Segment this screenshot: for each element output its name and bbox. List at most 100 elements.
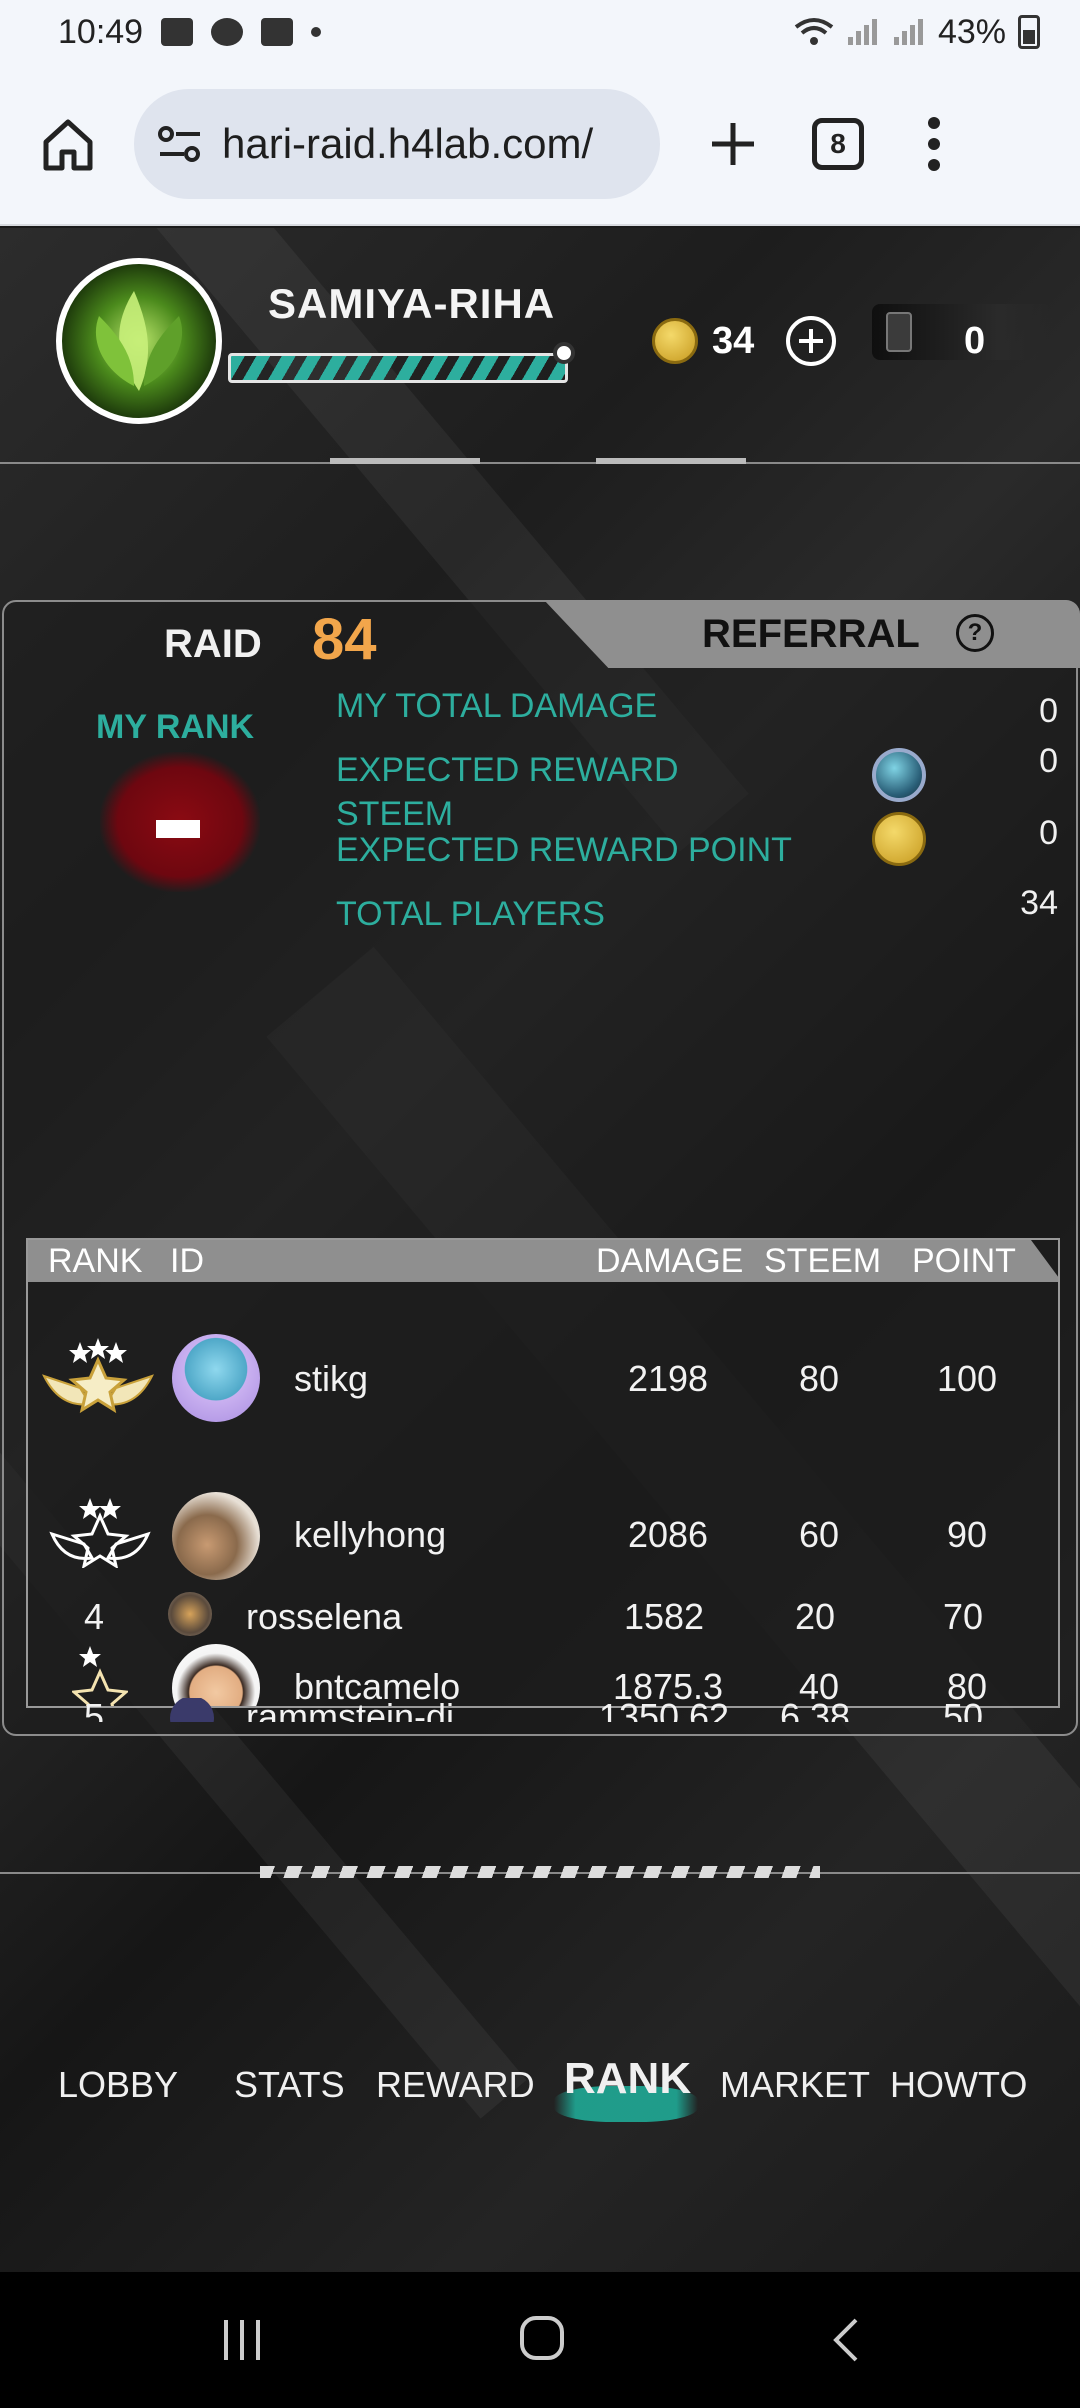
ticket-icon — [886, 312, 912, 352]
back-icon — [833, 2318, 858, 2362]
row-steem: 20 — [794, 1596, 836, 1637]
stat-reward-steem-label: EXPECTED REWARD STEEM — [336, 751, 679, 833]
row-steem: 80 — [798, 1358, 840, 1399]
battery-percent: 43% — [937, 12, 1006, 51]
signal-icon — [847, 19, 877, 45]
tab-switcher-button[interactable]: 8 — [812, 118, 864, 170]
folder-icon — [261, 18, 294, 46]
my-rank-value — [156, 820, 200, 838]
xp-progress-bar — [228, 342, 575, 383]
player-name: SAMIYA-RIHA — [268, 280, 556, 327]
chat-icon — [211, 18, 244, 46]
recents-button[interactable] — [220, 2318, 264, 2362]
header-point: POINT — [912, 1242, 1016, 1280]
stat-total-players-value: 34 — [1020, 884, 1058, 922]
row-id[interactable]: rosselena — [246, 1596, 402, 1638]
row-damage: 1582 — [623, 1596, 705, 1637]
row-point: 50 — [942, 1698, 984, 1722]
tab-referral[interactable]: REFERRAL ? — [544, 600, 1080, 668]
silver-medal-icon — [49, 1498, 151, 1568]
gold-medal-icon — [42, 1338, 154, 1414]
help-icon[interactable]: ? — [956, 614, 994, 652]
my-rank-label: MY RANK — [96, 708, 255, 746]
header-damage: DAMAGE — [596, 1242, 744, 1280]
table-row[interactable]: 4 rosselena 1582 20 70 — [24, 1586, 1058, 1656]
home-nav-button[interactable] — [518, 2314, 566, 2362]
status-time: 10:49 — [58, 12, 144, 51]
row-steem: 6.38 — [779, 1698, 851, 1722]
row-point: 100 — [936, 1358, 998, 1399]
plus-icon — [712, 123, 754, 165]
point-coin-icon — [872, 812, 926, 866]
header-divider-accent — [330, 458, 480, 464]
header-divider-accent — [596, 458, 746, 464]
avatar — [172, 1492, 260, 1580]
row-id[interactable]: kellyhong — [294, 1514, 446, 1556]
header-rank: RANK — [48, 1242, 143, 1280]
browser-menu-button[interactable] — [914, 109, 954, 179]
menu-dot-icon — [928, 138, 940, 150]
menu-dot-icon — [928, 117, 940, 129]
avatar — [168, 1592, 212, 1636]
table-row[interactable]: stikg 2198 80 100 — [28, 1300, 1058, 1450]
home-icon — [43, 119, 93, 171]
android-nav-bar — [0, 2272, 1080, 2408]
nav-howto[interactable]: HOWTO — [890, 2064, 1027, 2106]
footer-divider-accent — [260, 1866, 820, 1878]
wifi-icon — [794, 18, 834, 45]
leaderboard-clip: 5 rammstein-dj 1350.62 6.38 50 — [26, 1698, 1056, 1722]
status-bar: 10:49 43% — [0, 0, 1080, 64]
address-bar[interactable]: hari-raid.h4lab.com/ — [134, 89, 660, 199]
notification-dot-icon — [311, 27, 322, 37]
row-steem: 60 — [798, 1514, 840, 1555]
game-screen: SAMIYA-RIHA 34 0 RAID 84 REFERRAL ? MY R… — [0, 228, 1080, 2272]
home-button[interactable] — [30, 106, 106, 182]
menu-dot-icon — [928, 159, 940, 171]
row-rank: 4 — [83, 1596, 105, 1637]
stat-total-damage-label: MY TOTAL DAMAGE — [336, 687, 658, 725]
table-row[interactable]: 5 rammstein-dj 1350.62 6.38 50 — [26, 1698, 1056, 1722]
nav-market[interactable]: MARKET — [720, 2064, 870, 2106]
leaderboard-header: RANK ID DAMAGE STEEM POINT — [28, 1240, 1058, 1282]
xp-progress-knob — [553, 342, 575, 364]
signal-icon-2 — [893, 19, 923, 45]
site-settings-icon[interactable] — [156, 124, 204, 164]
nav-rank[interactable]: RANK — [564, 2054, 691, 2104]
row-rank: 5 — [83, 1698, 105, 1722]
referral-label: REFERRAL — [702, 612, 920, 656]
nav-stats[interactable]: STATS — [234, 2064, 345, 2106]
stat-reward-point-label: EXPECTED REWARD POINT — [336, 831, 792, 869]
add-coin-button[interactable] — [786, 316, 836, 366]
nav-reward[interactable]: REWARD — [376, 2064, 535, 2106]
raid-panel: RAID 84 REFERRAL ? MY RANK MY TOTAL DAMA… — [2, 600, 1080, 1736]
row-damage: 1350.62 — [598, 1698, 730, 1722]
new-tab-button[interactable] — [698, 109, 768, 179]
stat-reward-steem-value: 0 — [1039, 742, 1058, 780]
steem-icon — [872, 748, 926, 802]
coin-count: 34 — [712, 320, 755, 362]
row-point: 70 — [942, 1596, 984, 1637]
back-button[interactable] — [826, 2316, 866, 2364]
player-avatar[interactable] — [56, 258, 222, 424]
coin-icon — [652, 318, 698, 364]
row-id[interactable]: stikg — [294, 1358, 368, 1400]
header-steem: STEEM — [764, 1242, 882, 1280]
plus-circle-icon — [799, 329, 823, 353]
header-divider — [0, 462, 1080, 464]
recents-icon — [224, 2320, 260, 2360]
avatar — [170, 1698, 214, 1722]
stat-total-players-label: TOTAL PLAYERS — [336, 895, 605, 933]
row-id[interactable]: rammstein-dj — [246, 1698, 454, 1722]
row-damage: 2198 — [627, 1358, 709, 1399]
nav-lobby[interactable]: LOBBY — [58, 2064, 178, 2106]
header-id: ID — [170, 1242, 204, 1280]
stat-reward-point-value: 0 — [1039, 814, 1058, 852]
avatar — [172, 1334, 260, 1422]
raid-label: RAID — [164, 622, 262, 666]
home-circle-icon — [520, 2316, 564, 2360]
row-damage: 2086 — [627, 1514, 709, 1555]
stat-total-damage-value: 0 — [1039, 692, 1058, 730]
raid-number: 84 — [312, 607, 377, 672]
gallery-icon — [161, 18, 194, 46]
browser-toolbar: hari-raid.h4lab.com/ 8 — [0, 64, 1080, 226]
